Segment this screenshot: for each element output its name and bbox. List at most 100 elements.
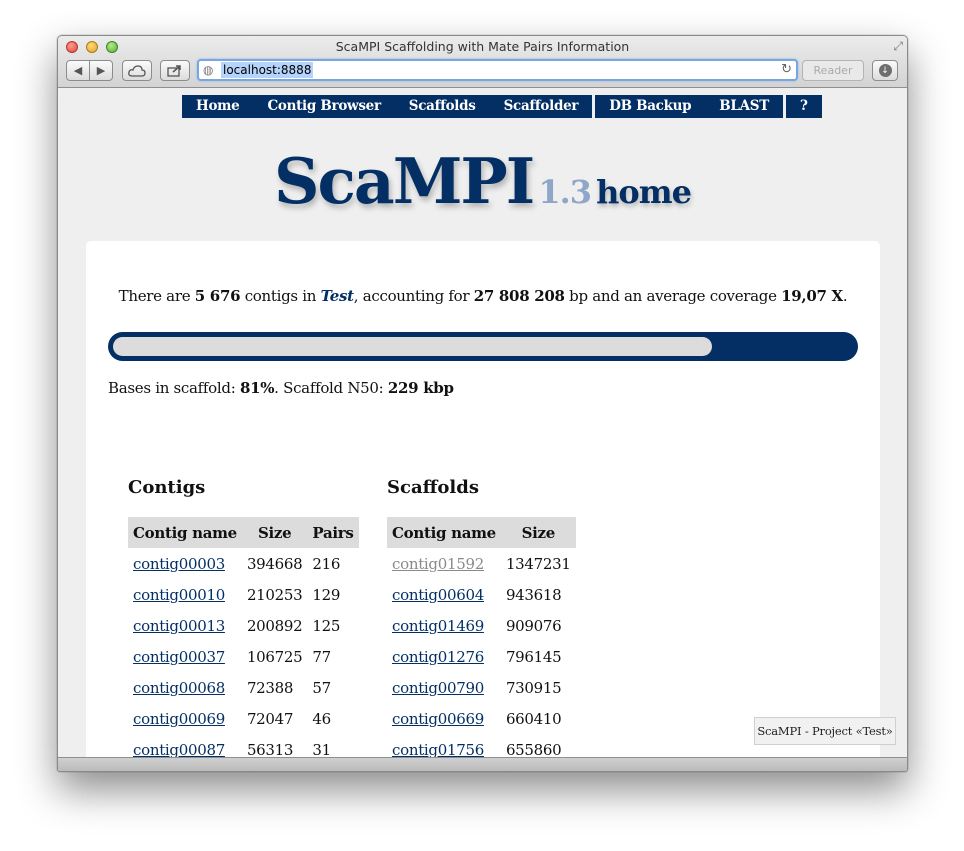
- contig-link[interactable]: contig00068: [133, 679, 225, 697]
- progress-fill: [113, 337, 712, 356]
- menu-group-help: ?: [785, 95, 822, 118]
- size-cell: 394668: [246, 554, 303, 573]
- summary-text: There are: [118, 287, 195, 305]
- size-cell: 72388: [246, 678, 294, 697]
- menu-group-main: Home Contig Browser Scaffolds Scaffolder: [182, 95, 593, 118]
- contig-name-cell: contig00003: [128, 548, 242, 579]
- main-menu: Home Contig Browser Scaffolds Scaffolder…: [182, 95, 825, 118]
- table-row: contig00068 72388 57: [128, 672, 359, 703]
- menu-home[interactable]: Home: [182, 95, 253, 118]
- fullscreen-icon[interactable]: ⤢: [893, 39, 903, 54]
- contig-link[interactable]: contig00010: [133, 586, 225, 604]
- title-bar: ScaMPI Scaffolding with Mate Pairs Infor…: [58, 36, 907, 88]
- page-content: Home Contig Browser Scaffolds Scaffolder…: [58, 89, 907, 757]
- contig-link[interactable]: contig00069: [133, 710, 225, 728]
- url-text[interactable]: localhost:8888: [221, 62, 314, 78]
- stats-text: . Scaffold N50:: [274, 379, 388, 397]
- menu-help[interactable]: ?: [786, 95, 822, 118]
- contig-link[interactable]: contig01276: [392, 648, 484, 666]
- download-icon: ↓: [878, 64, 892, 77]
- contig-link[interactable]: contig01756: [392, 741, 484, 758]
- table-row: contig01756 655860: [387, 734, 576, 758]
- back-button[interactable]: ◀: [66, 60, 90, 81]
- downloads-button[interactable]: ↓: [872, 60, 898, 81]
- summary-text: .: [842, 287, 848, 305]
- table-row: contig00069 72047 46: [128, 703, 359, 734]
- scaffold-stats: Bases in scaffold: 81%. Scaffold N50: 22…: [108, 379, 454, 397]
- contig-link[interactable]: contig01592: [392, 555, 484, 573]
- contig-name-cell: contig00013: [128, 610, 242, 641]
- bases-percentage: 81%: [239, 379, 275, 397]
- stats-text: Bases in scaffold:: [108, 379, 240, 397]
- contig-link[interactable]: contig00013: [133, 617, 225, 635]
- contig-name-cell: contig01756: [387, 734, 501, 758]
- menu-blast[interactable]: BLAST: [705, 95, 783, 118]
- forward-button[interactable]: ▶: [89, 60, 113, 81]
- size-cell: 730915: [505, 678, 562, 697]
- globe-icon: ◍: [203, 63, 214, 77]
- table-row: contig00010 210253 129: [128, 579, 359, 610]
- logo-version: 1.3: [538, 173, 592, 211]
- table-row: contig00669 660410: [387, 703, 576, 734]
- column-header: Pairs: [307, 517, 359, 548]
- pairs-cell: 125: [312, 616, 341, 635]
- project-name: Test: [320, 287, 354, 305]
- column-header: Contig name: [387, 517, 501, 548]
- size-cell: 200892: [246, 616, 303, 635]
- contig-link[interactable]: contig00669: [392, 710, 484, 728]
- size-cell: 943618: [505, 585, 562, 604]
- logo-name: ScaMPI: [274, 144, 535, 218]
- pairs-cell: 216: [312, 554, 341, 573]
- table-header-row: Contig name Size Pairs: [128, 517, 359, 548]
- pairs-cell: 57: [312, 678, 331, 697]
- contig-name-cell: contig00087: [128, 734, 242, 758]
- total-bp: 27 808 208: [473, 287, 565, 305]
- scaffold-progress-bar: [108, 332, 858, 361]
- table-row: contig00037 106725 77: [128, 641, 359, 672]
- share-icon: [167, 65, 181, 77]
- icloud-tabs-button[interactable]: [122, 60, 152, 81]
- contig-name-cell: contig00669: [387, 703, 501, 734]
- pairs-cell: 31: [312, 740, 331, 758]
- summary-text: contigs in: [240, 287, 321, 305]
- main-card: There are 5 676 contigs in Test, account…: [86, 241, 880, 757]
- size-cell: 106725: [246, 647, 303, 666]
- menu-scaffolder[interactable]: Scaffolder: [490, 95, 593, 118]
- address-bar[interactable]: ◍ localhost:8888 ↻: [197, 59, 798, 81]
- size-cell: 56313: [246, 740, 294, 758]
- project-footer-tag: ScaMPI - Project «Test»: [754, 717, 896, 745]
- contig-link[interactable]: contig00604: [392, 586, 484, 604]
- menu-db-backup[interactable]: DB Backup: [595, 95, 705, 118]
- table-row: contig01592 1347231: [387, 548, 576, 579]
- contig-link[interactable]: contig01469: [392, 617, 484, 635]
- size-cell: 660410: [505, 709, 562, 728]
- size-cell: 909076: [505, 616, 562, 635]
- contig-link[interactable]: contig00003: [133, 555, 225, 573]
- contig-link[interactable]: contig00037: [133, 648, 225, 666]
- reader-button[interactable]: Reader: [802, 60, 864, 81]
- table-row: contig00087 56313 31: [128, 734, 359, 758]
- menu-contig-browser[interactable]: Contig Browser: [253, 95, 394, 118]
- project-summary: There are 5 676 contigs in Test, account…: [86, 287, 880, 305]
- page-title: ScaMPI 1.3 home: [58, 144, 907, 218]
- chevron-right-icon: ▶: [96, 64, 106, 77]
- contig-link[interactable]: contig00790: [392, 679, 484, 697]
- contigs-table: Contig name Size Pairs contig00003 394668…: [128, 517, 359, 757]
- summary-text: bp and an average coverage: [564, 287, 782, 305]
- column-header: Size: [241, 517, 308, 548]
- share-button[interactable]: [160, 60, 190, 81]
- table-row: contig00003 394668 216: [128, 548, 359, 579]
- contig-link[interactable]: contig00087: [133, 741, 225, 758]
- menu-scaffolds[interactable]: Scaffolds: [395, 95, 490, 118]
- average-coverage: 19,07 X: [781, 287, 843, 305]
- contig-name-cell: contig01592: [387, 548, 501, 579]
- pairs-cell: 129: [312, 585, 341, 604]
- contig-name-cell: contig01469: [387, 610, 501, 641]
- size-cell: 655860: [505, 740, 562, 758]
- table-row: contig00013 200892 125: [128, 610, 359, 641]
- table-header-row: Contig name Size: [387, 517, 576, 548]
- size-cell: 1347231: [505, 554, 571, 573]
- reload-icon[interactable]: ↻: [781, 62, 792, 77]
- column-header: Contig name: [128, 517, 242, 548]
- table-row: contig01276 796145: [387, 641, 576, 672]
